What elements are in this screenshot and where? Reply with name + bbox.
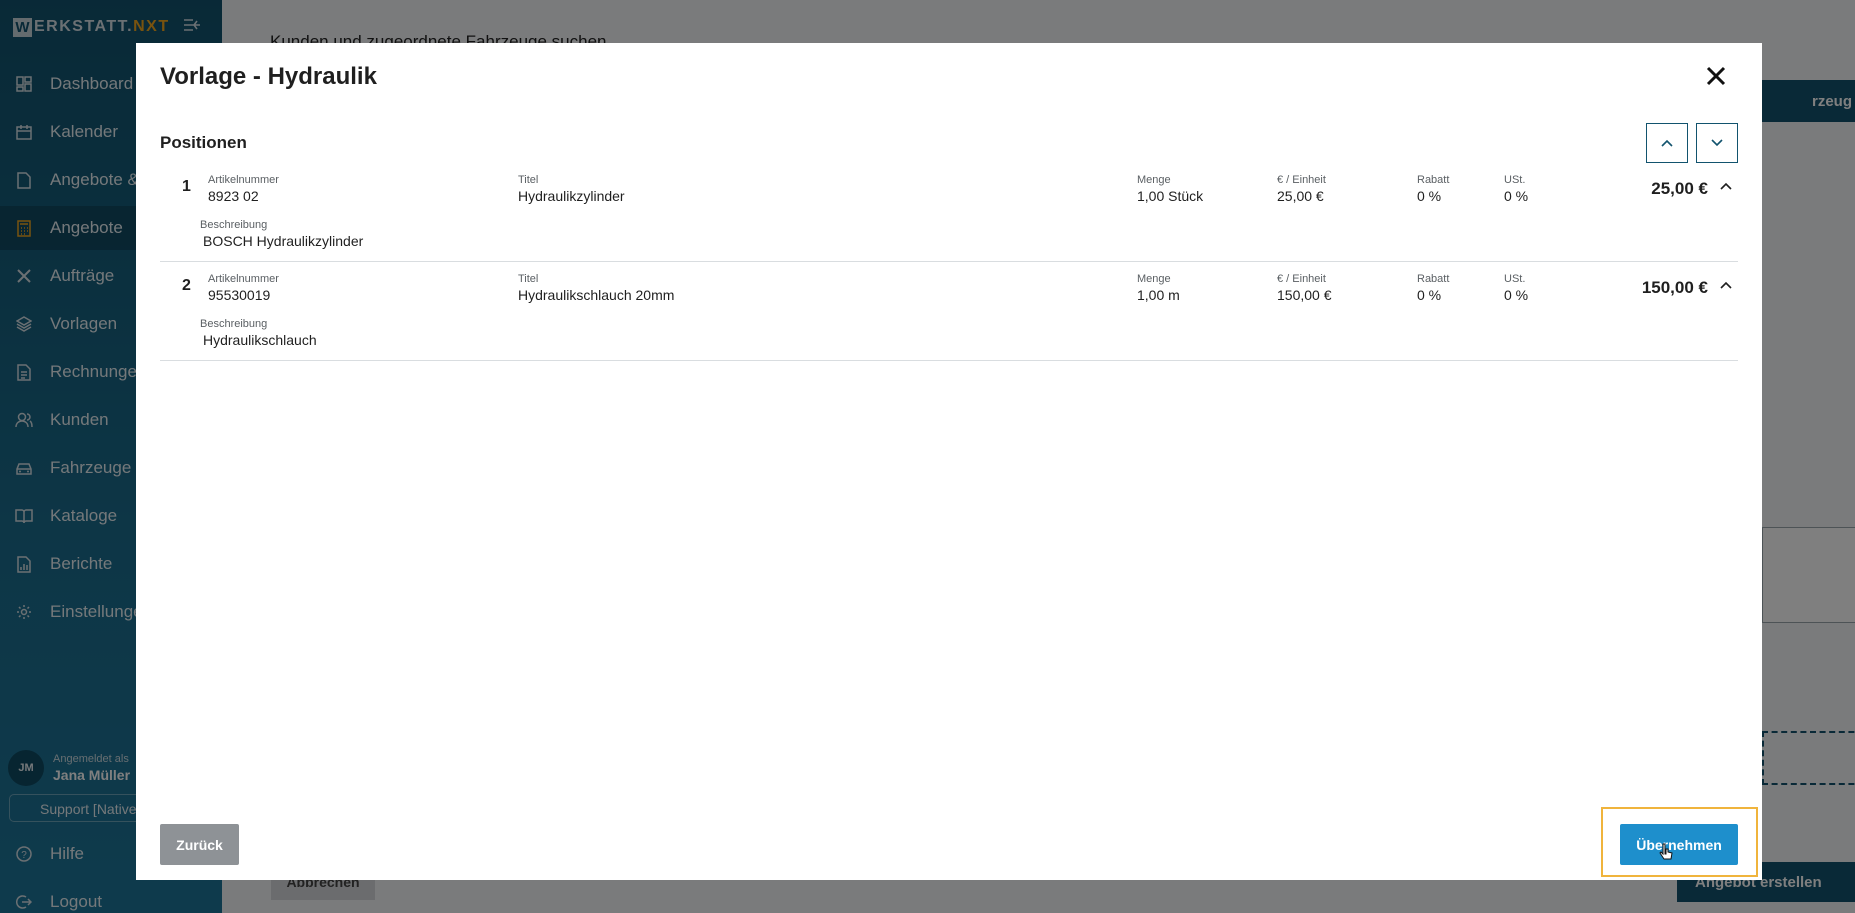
modal-title: Vorlage - Hydraulik (160, 63, 377, 90)
artikelnummer-value: 8923 02 (208, 188, 259, 204)
ust-value: 0 % (1504, 287, 1529, 303)
apply-button[interactable]: Übernehmen (1620, 824, 1738, 865)
rabatt-value: 0 % (1417, 287, 1442, 303)
back-button[interactable]: Zurück (160, 824, 239, 865)
label-beschreibung: Beschreibung (200, 318, 268, 330)
label-titel: Titel (518, 174, 539, 186)
label-rabatt: Rabatt (1417, 174, 1450, 186)
label-ust: USt. (1504, 273, 1526, 285)
position-row[interactable]: 1 Artikelnummer 8923 02 Titel Hydraulikzyl… (160, 165, 1738, 262)
label-artikelnummer: Artikelnummer (208, 174, 279, 186)
position-total: 150,00 € (1641, 278, 1708, 297)
label-einheit: € / Einheit (1277, 174, 1326, 186)
rabatt-value: 0 % (1417, 188, 1442, 204)
move-down-button[interactable] (1696, 123, 1738, 163)
beschreibung-value: Hydraulikschlauch (203, 332, 317, 348)
move-up-button[interactable] (1646, 123, 1688, 163)
position-total: 25,00 € (1651, 179, 1708, 198)
einheit-value: 25,00 € (1277, 188, 1324, 204)
position-number: 2 (182, 277, 191, 294)
chevron-down-icon (1711, 139, 1723, 147)
beschreibung-value: BOSCH Hydraulikzylinder (203, 233, 364, 249)
section-title: Positionen (160, 133, 247, 152)
label-beschreibung: Beschreibung (200, 219, 268, 231)
close-icon[interactable] (1703, 65, 1729, 91)
ust-value: 0 % (1504, 188, 1529, 204)
artikelnummer-value: 95530019 (208, 287, 271, 303)
label-menge: Menge (1137, 273, 1171, 285)
chevron-up-icon (1661, 139, 1673, 147)
titel-value: Hydraulikschlauch 20mm (518, 287, 675, 303)
label-menge: Menge (1137, 174, 1171, 186)
menge-value: 1,00 m (1137, 287, 1180, 303)
position-row[interactable]: 2 Artikelnummer 95530019 Titel Hydrauliksc… (160, 264, 1738, 361)
label-einheit: € / Einheit (1277, 273, 1326, 285)
collapse-chevron-icon[interactable] (1720, 278, 1732, 293)
label-artikelnummer: Artikelnummer (208, 273, 279, 285)
pointer-cursor-icon (1659, 843, 1673, 861)
label-rabatt: Rabatt (1417, 273, 1450, 285)
template-modal: Vorlage - Hydraulik Positionen 1 Artikel… (136, 43, 1762, 880)
position-number: 1 (182, 178, 191, 195)
menge-value: 1,00 Stück (1137, 188, 1204, 204)
label-titel: Titel (518, 273, 539, 285)
label-ust: USt. (1504, 174, 1526, 186)
einheit-value: 150,00 € (1277, 287, 1332, 303)
titel-value: Hydraulikzylinder (518, 188, 625, 204)
collapse-chevron-icon[interactable] (1720, 179, 1732, 194)
